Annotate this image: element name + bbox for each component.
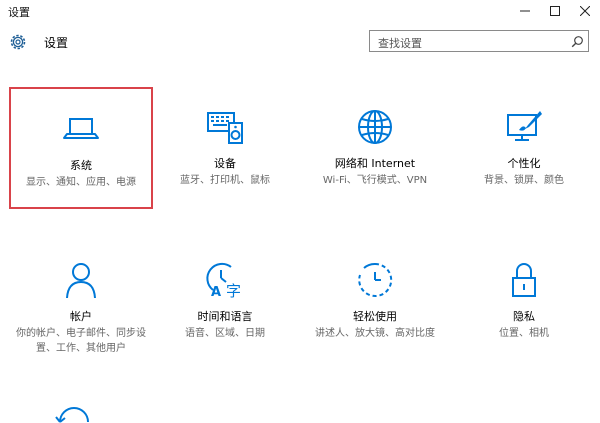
- tile-devices[interactable]: 设备 蓝牙、打印机、鼠标: [153, 87, 297, 209]
- tile-description: Wi-Fi、飞行模式、VPN: [322, 175, 428, 186]
- tile-time-language[interactable]: A 字 时间和语言 语音、区域、日期: [153, 240, 297, 362]
- tile-title: 设备: [214, 157, 236, 170]
- tile-description: 蓝牙、打印机、鼠标: [180, 175, 270, 186]
- tile-title: 网络和 Internet: [334, 157, 416, 170]
- tile-privacy[interactable]: 隐私 位置、相机: [452, 240, 596, 362]
- tile-network[interactable]: 网络和 Internet Wi-Fi、飞行模式、VPN: [303, 87, 447, 209]
- settings-header: 设置 查找设置: [0, 24, 600, 60]
- tile-title: 轻松使用: [353, 310, 397, 323]
- tile-personalization[interactable]: 个性化 背景、锁屏、颜色: [452, 87, 596, 209]
- svg-text:A: A: [211, 285, 221, 300]
- tile-title: 时间和语言: [197, 310, 253, 323]
- close-icon: [580, 6, 590, 16]
- globe-icon: [353, 105, 397, 149]
- ease-of-access-icon: [353, 258, 397, 302]
- lock-icon: [502, 258, 546, 302]
- minimize-button[interactable]: [510, 0, 540, 22]
- search-input[interactable]: 查找设置: [369, 30, 589, 52]
- tile-accounts[interactable]: 帐户 你的帐户、电子邮件、同步设置、工作、其他用户: [9, 240, 153, 362]
- tile-system[interactable]: 系统 显示、通知、应用、电源: [9, 87, 153, 209]
- devices-icon: [203, 105, 247, 149]
- tile-title: 帐户: [70, 310, 92, 323]
- minimize-icon: [520, 10, 530, 12]
- title-bar: 设置: [0, 0, 600, 22]
- tile-title: 系统: [70, 159, 92, 172]
- maximize-button[interactable]: [540, 0, 570, 22]
- tile-description: 位置、相机: [499, 328, 549, 339]
- window-title: 设置: [8, 6, 30, 19]
- laptop-icon: [59, 107, 103, 151]
- tile-description: 讲述人、放大镜、高对比度: [315, 328, 435, 339]
- window-controls: [510, 0, 600, 22]
- time-language-icon: A 字: [203, 258, 247, 302]
- close-button[interactable]: [570, 0, 600, 22]
- svg-text:字: 字: [226, 282, 241, 300]
- maximize-icon: [550, 6, 560, 16]
- tile-description: 语音、区域、日期: [185, 328, 265, 339]
- person-icon: [59, 258, 103, 302]
- tile-title: 隐私: [513, 310, 535, 323]
- tile-description: 背景、锁屏、颜色: [484, 175, 564, 186]
- search-placeholder: 查找设置: [378, 37, 422, 50]
- tile-update-security-partial[interactable]: [52, 400, 96, 423]
- gear-icon: [10, 34, 26, 50]
- tile-description: 显示、通知、应用、电源: [26, 177, 136, 188]
- tile-ease-of-access[interactable]: 轻松使用 讲述人、放大镜、高对比度: [303, 240, 447, 362]
- update-arrows-icon: [55, 407, 89, 423]
- tile-title: 个性化: [507, 157, 541, 170]
- paintbrush-monitor-icon: [502, 105, 546, 149]
- tile-description: 你的帐户、电子邮件、同步设置、工作、其他用户: [16, 328, 146, 354]
- page-title: 设置: [44, 36, 69, 50]
- search-icon[interactable]: [571, 35, 584, 48]
